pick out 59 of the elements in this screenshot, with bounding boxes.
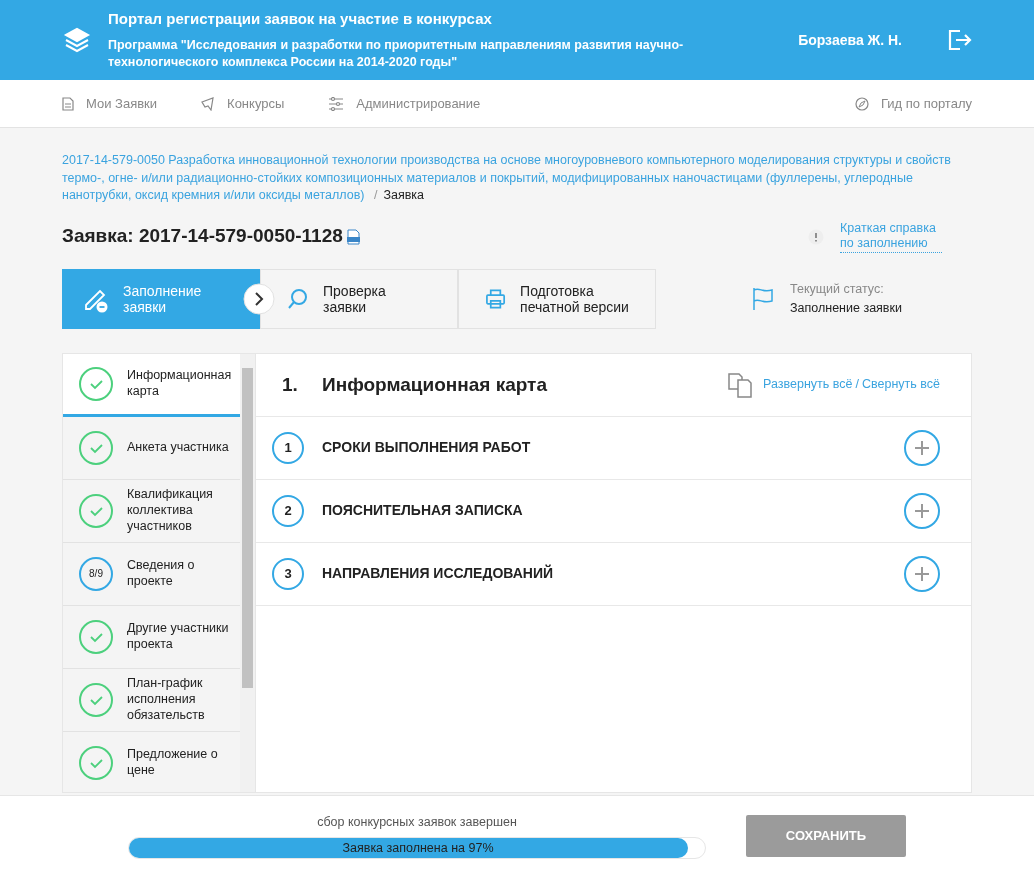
nav-link[interactable]: Мои Заявки — [62, 93, 158, 114]
sidebar-item[interactable]: План-график исполнения обязательств — [63, 668, 241, 732]
guide-link[interactable]: Гид по порталу — [855, 93, 972, 114]
compass-icon — [855, 96, 869, 111]
check-circle-icon — [79, 682, 113, 717]
page-title: Заявка: 2017-14-579-0050-1128 — [62, 224, 343, 249]
portal-title: Портал регистрации заявок на участие в конкурсах — [108, 9, 493, 30]
flag-icon — [752, 286, 774, 311]
plus-icon — [914, 502, 930, 519]
check-circle-icon — [79, 366, 113, 401]
step-tab[interactable]: Подготовка печатной версии — [458, 268, 656, 329]
user-name: Борзаева Ж. Н. — [798, 30, 902, 50]
logo-icon — [62, 26, 92, 54]
accordion-title: НАПРАВЛЕНИЯ ИССЛЕДОВАНИЙ — [322, 563, 554, 584]
accordion-row[interactable]: 1 СРОКИ ВЫПОЛНЕНИЯ РАБОТ — [256, 416, 971, 480]
program-subtitle: Программа "Исследования и разработки по приоритетным направлениям развития научно-технологического комплекса России на 2014-2020 годы" — [108, 36, 685, 72]
check-circle-icon — [79, 619, 113, 654]
check-circle-icon — [79, 430, 113, 465]
scrollbar[interactable] — [240, 353, 255, 792]
logout-icon[interactable] — [948, 29, 972, 51]
info-icon — [808, 228, 824, 245]
accordion-title: СРОКИ ВЫПОЛНЕНИЯ РАБОТ — [322, 438, 531, 458]
progress-count: 8/9 — [79, 556, 113, 591]
section-number: 1. — [282, 372, 299, 397]
plus-icon — [914, 439, 930, 456]
check-circle-icon — [79, 493, 113, 528]
expand-button[interactable] — [904, 555, 940, 592]
sliders-icon — [328, 96, 345, 111]
item-number: 1 — [272, 431, 304, 464]
item-number: 3 — [272, 557, 304, 590]
progress-label: Заявка заполнена на 97% — [341, 840, 495, 858]
xml-file-icon[interactable] — [346, 228, 360, 245]
document-icon — [62, 96, 74, 111]
search-icon — [287, 287, 309, 310]
plus-icon — [914, 565, 930, 582]
sidebar-item[interactable]: Предложение о цене — [63, 731, 241, 792]
nav-link[interactable]: Конкурсы — [201, 93, 285, 114]
sidebar-item[interactable]: 8/9 Сведения о проекте — [63, 542, 241, 606]
megaphone-icon — [201, 96, 216, 111]
link-separator: / — [855, 376, 859, 394]
accordion-row[interactable]: 2 ПОЯСНИТЕЛЬНАЯ ЗАПИСКА — [256, 479, 971, 543]
expand-button[interactable] — [904, 492, 940, 529]
step-tab[interactable]: Проверка заявки — [260, 268, 458, 329]
sidebar-item[interactable]: Анкета участника — [63, 416, 241, 480]
status-label: Текущий статус: — [790, 281, 885, 298]
sidebar-item[interactable]: Квалификация коллектива участников — [63, 479, 241, 543]
chevron-icon — [243, 282, 275, 315]
printer-icon — [485, 287, 507, 310]
breadcrumb-trail[interactable]: 2017-14-579-0050 Разработка инновационной технологии производства на основе многоуровневого компьютерного моделирования структуры и свойств термо-, огне- и/или радиационно-стойких композиционных материалов и покрытий, модифицированных наночастицами (фуллерены, углеродные нанотрубки, оксид кремния и/или оксиды металлов) / Заявка — [62, 152, 972, 205]
sidebar-item[interactable]: Другие участники проекта — [63, 605, 241, 669]
check-circle-icon — [79, 745, 113, 780]
accordion-title: ПОЯСНИТЕЛЬНАЯ ЗАПИСКА — [322, 501, 523, 521]
accordion-row[interactable]: 3 НАПРАВЛЕНИЯ ИССЛЕДОВАНИЙ — [256, 542, 971, 606]
expand-button[interactable] — [904, 429, 940, 466]
notice-text: сбор конкурсных заявок завершен — [317, 813, 517, 831]
section-title: Информационная карта — [322, 372, 547, 397]
nav-link[interactable]: Администрирование — [328, 93, 481, 114]
status-value: Заполнение заявки — [790, 299, 902, 317]
item-number: 2 — [272, 494, 304, 527]
